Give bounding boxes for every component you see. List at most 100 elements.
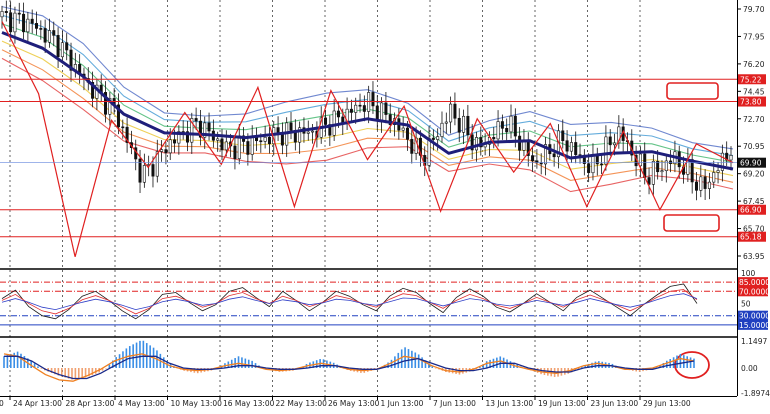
- macd-histogram-bar: [241, 357, 243, 368]
- candle-body: [233, 145, 237, 159]
- candle-body: [535, 160, 539, 163]
- candle-body: [427, 137, 431, 166]
- oscillator-panel: [0, 270, 737, 336]
- candle-body: [371, 92, 375, 107]
- candle-body: [513, 115, 517, 137]
- candle-body: [587, 163, 591, 174]
- candle-body: [52, 30, 56, 36]
- macd-histogram-bar: [407, 349, 410, 368]
- x-tick-label: 28 Apr 13:00: [66, 399, 115, 408]
- candle-body: [173, 139, 177, 144]
- level-tag-label: 65.18: [740, 233, 762, 242]
- candle-body: [43, 28, 47, 43]
- candle-body: [608, 136, 612, 146]
- macd-histogram-bar: [16, 351, 19, 368]
- y-tick-label: 77.95: [743, 32, 765, 41]
- candle-body: [574, 142, 578, 155]
- candle-body: [39, 28, 43, 30]
- macd-histogram-bar: [77, 368, 80, 379]
- x-tick-label: 19 Jun 13:00: [538, 399, 586, 408]
- candle-body: [457, 117, 461, 133]
- macd-histogram-bar: [676, 355, 678, 368]
- candle-body: [604, 136, 608, 165]
- macd-histogram-bar: [244, 358, 247, 368]
- candle-body: [712, 172, 716, 183]
- candle-body: [9, 12, 13, 33]
- x-tick-label: 26 May 13:00: [328, 399, 380, 408]
- x-tick-label: 23 Jun 13:00: [591, 399, 639, 408]
- candle-body: [651, 161, 655, 185]
- macd-histogram-bar: [594, 361, 597, 368]
- candle-body: [151, 164, 155, 177]
- macd-histogram-bar: [115, 357, 117, 368]
- candle-body: [60, 42, 64, 58]
- y-tick-label: 70.95: [743, 142, 765, 151]
- macd-histogram-bar: [689, 357, 692, 368]
- candle-body: [500, 121, 504, 129]
- candle-body: [0, 11, 4, 18]
- macd-histogram-bar: [74, 368, 77, 380]
- macd-histogram-bar: [421, 357, 423, 368]
- macd-histogram-bar: [37, 366, 39, 368]
- macd-histogram-bar: [40, 368, 43, 369]
- candle-body: [259, 140, 263, 143]
- candle-body: [729, 155, 733, 161]
- level-tag-label: 75.22: [740, 75, 762, 84]
- macd-histogram-bar: [693, 358, 695, 368]
- macd-tick-label: -1.8974: [741, 389, 770, 398]
- candle-body: [246, 141, 250, 155]
- candle-body: [194, 118, 198, 122]
- candle-body: [380, 102, 384, 122]
- macd-histogram-bar: [400, 349, 403, 368]
- macd-histogram-bar: [672, 357, 675, 368]
- candle-body: [311, 130, 315, 133]
- candle-body: [17, 12, 21, 15]
- candle-body: [449, 103, 453, 123]
- candle-body: [462, 115, 466, 133]
- osc-level-label: 30.0000: [739, 312, 770, 321]
- macd-histogram-bar: [128, 346, 131, 368]
- macd-histogram-bar: [6, 355, 9, 368]
- y-tick-label: 63.95: [743, 252, 765, 261]
- candle-body: [332, 110, 336, 136]
- candle-body: [289, 122, 293, 131]
- macd-panel: [0, 338, 737, 396]
- macd-histogram-bar: [499, 356, 502, 368]
- macd-histogram-bar: [81, 368, 83, 379]
- macd-histogram-bar: [666, 360, 668, 368]
- x-tick-label: 10 May 13:00: [171, 399, 223, 408]
- candle-body: [565, 140, 569, 152]
- y-tick-label: 74.45: [743, 87, 765, 96]
- macd-histogram-bar: [20, 353, 22, 368]
- candle-body: [56, 35, 60, 58]
- candle-body: [121, 126, 125, 129]
- candle-body: [13, 12, 17, 33]
- candle-body: [267, 136, 271, 145]
- candle-body: [440, 122, 444, 137]
- osc-tick-label: 100: [741, 269, 756, 278]
- macd-tick-label: 0.00: [741, 364, 758, 373]
- candle-body: [405, 127, 409, 140]
- candle-body: [336, 110, 340, 118]
- candle-body: [431, 137, 435, 140]
- candle-body: [531, 155, 535, 162]
- x-tick-label: 1 Jun 13:00: [381, 399, 424, 408]
- y-axis-labels: 79.70 77.95 76.20 74.45 72.70 70.95 69.20 67.45…: [737, 5, 770, 398]
- candle-body: [358, 104, 362, 107]
- level-tag-label: 73.80: [740, 98, 762, 107]
- candle-body: [168, 139, 172, 154]
- y-tick-label: 67.45: [743, 197, 765, 206]
- macd-histogram-bar: [122, 351, 124, 368]
- candle-body: [142, 165, 146, 183]
- macd-histogram-bar: [414, 352, 417, 368]
- candle-body: [164, 149, 168, 154]
- candle-body: [707, 181, 711, 189]
- x-tick-label: 7 Jun 13:00: [433, 399, 476, 408]
- x-tick-label: 29 Jun 13:00: [643, 399, 691, 408]
- macd-histogram-bar: [397, 352, 400, 368]
- macd-histogram-bar: [683, 355, 685, 368]
- macd-histogram-bar: [387, 362, 389, 368]
- x-axis-labels: 0 24 Apr 13:00 28 Apr 13:00 4 May 13:00 10 M…: [0, 396, 691, 408]
- candle-body: [160, 149, 164, 152]
- current-price-label: 69.90: [740, 159, 762, 168]
